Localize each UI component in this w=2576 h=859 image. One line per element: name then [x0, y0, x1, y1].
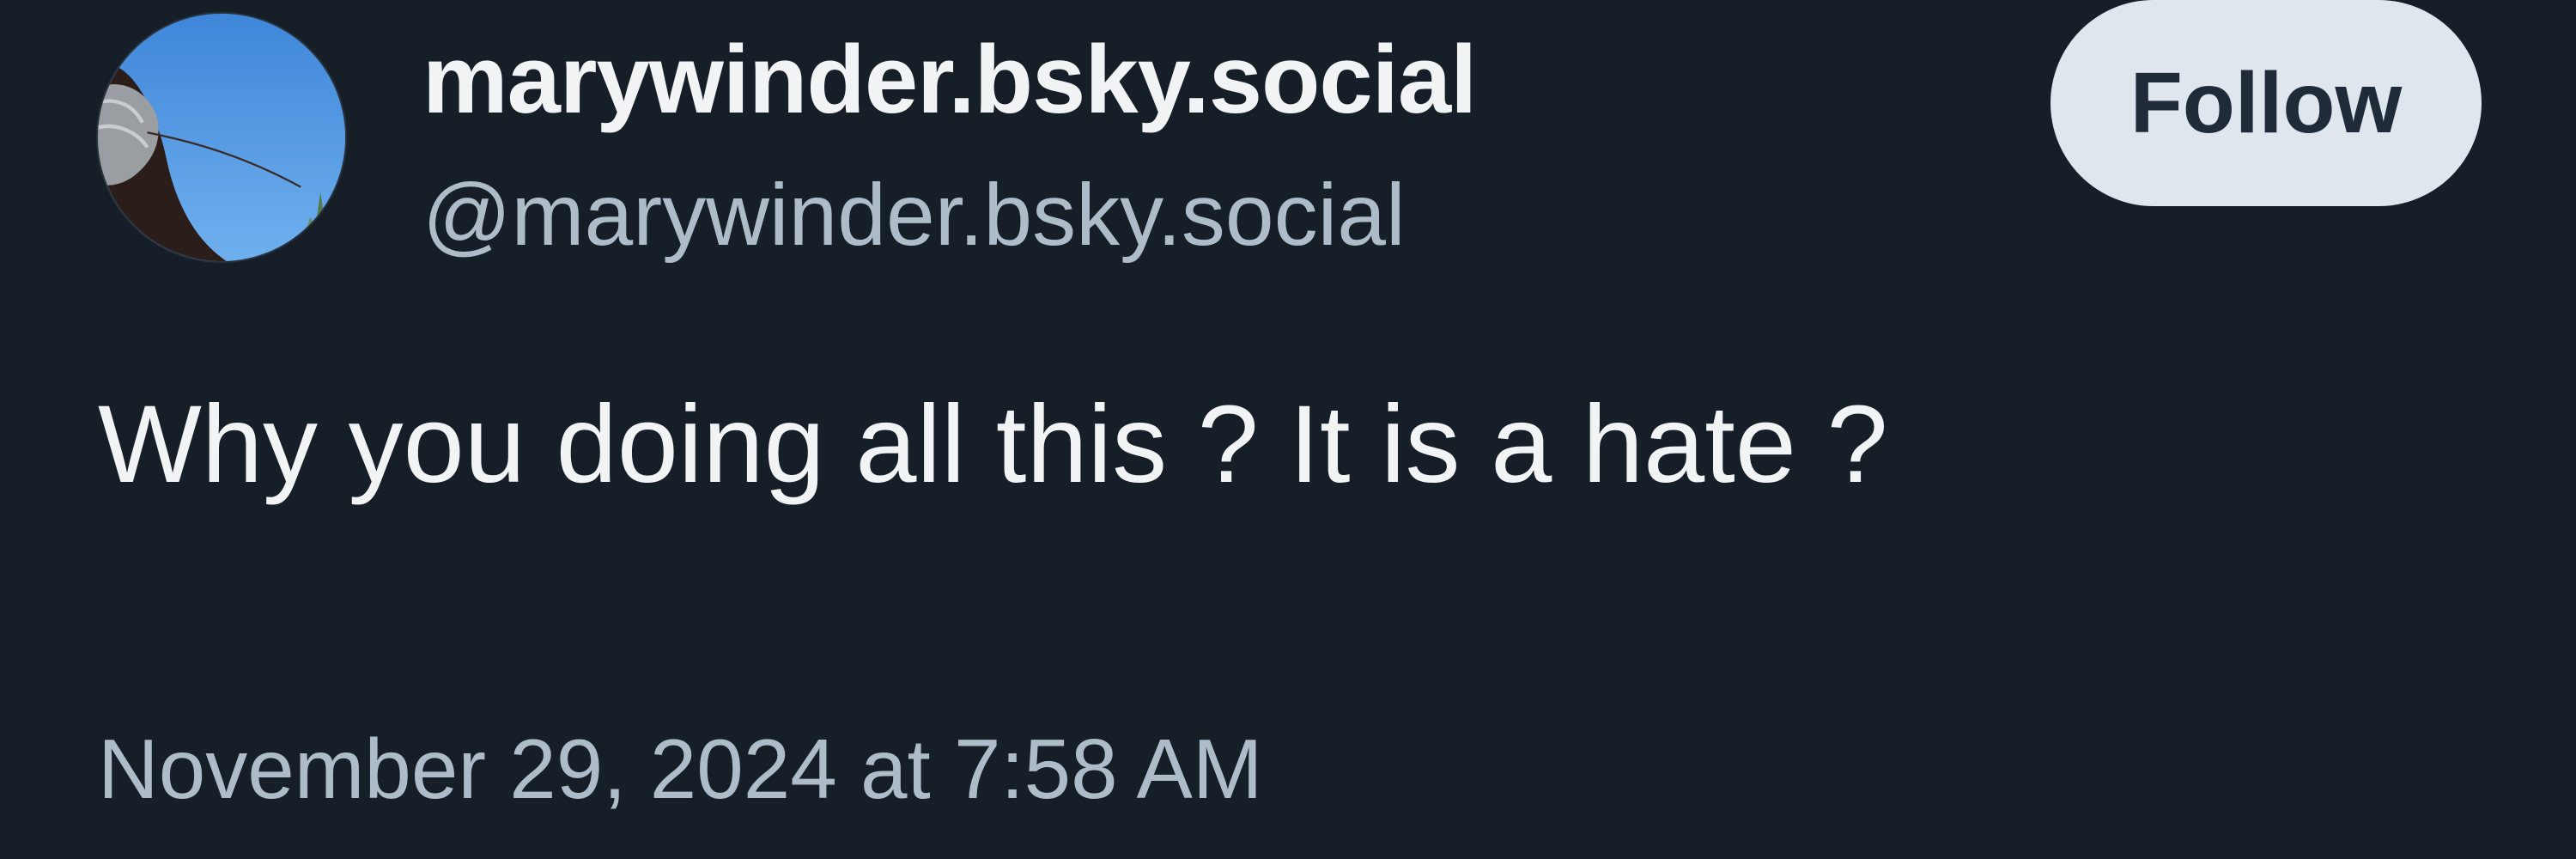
avatar-image: [98, 14, 345, 261]
author-display-name[interactable]: marywinder.bsky.social: [422, 15, 1477, 144]
post-card: marywinder.bsky.social @marywinder.bsky.…: [0, 0, 2576, 859]
avatar[interactable]: [96, 12, 347, 263]
post-timestamp[interactable]: November 29, 2024 at 7:58 AM: [98, 713, 1263, 825]
follow-button[interactable]: Follow: [2050, 0, 2482, 206]
author-handle[interactable]: @marywinder.bsky.social: [422, 155, 1406, 275]
post-text: Why you doing all this ? It is a hate ?: [98, 383, 1888, 506]
